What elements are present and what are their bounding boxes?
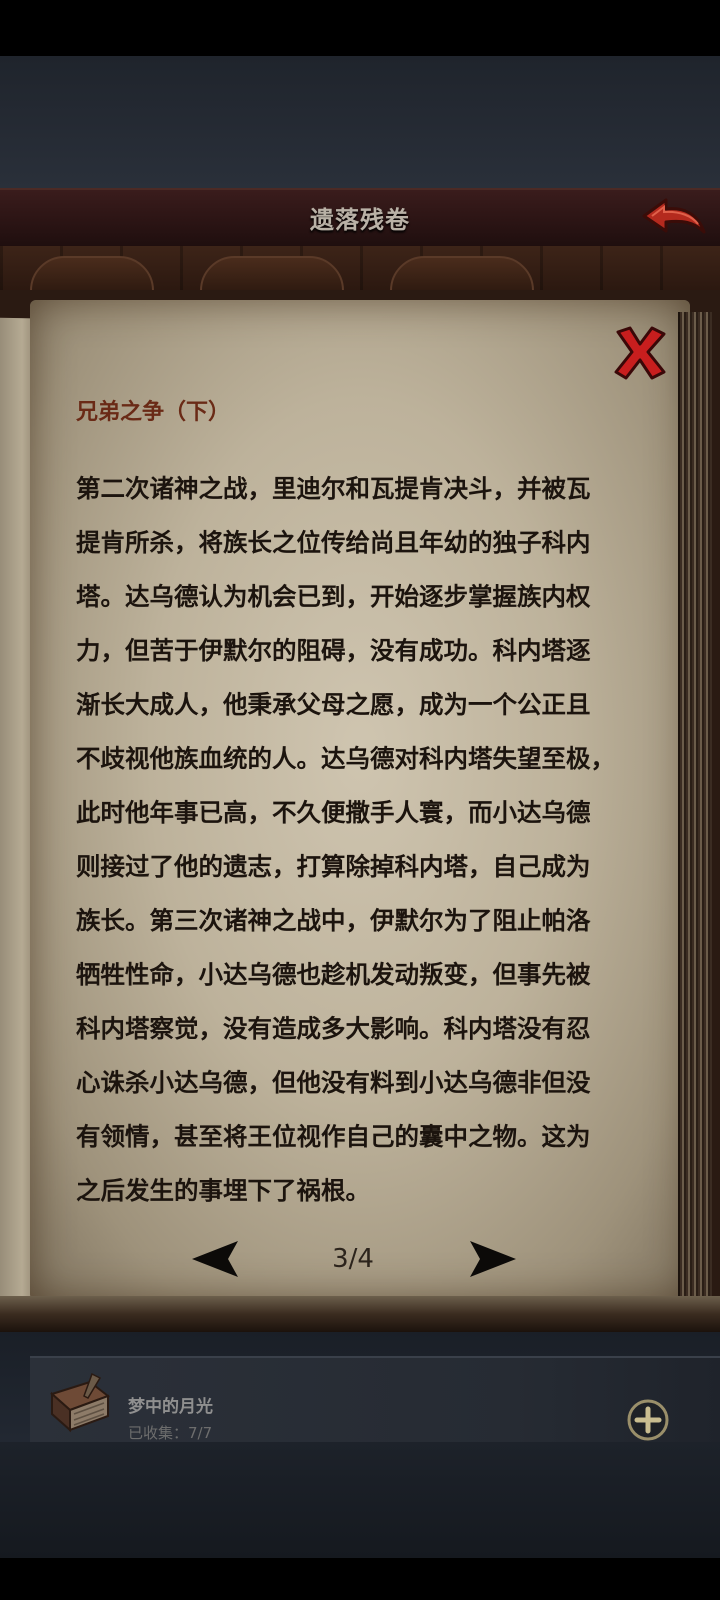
- left-triangle-icon: [192, 1241, 238, 1277]
- background-top: [0, 56, 720, 190]
- close-x-icon: [614, 326, 666, 380]
- back-button[interactable]: [640, 194, 708, 240]
- previous-page-button[interactable]: [190, 1238, 242, 1280]
- add-button[interactable]: [626, 1398, 670, 1442]
- book-icon: [44, 1368, 116, 1440]
- page-indicator: 3/4: [332, 1244, 374, 1274]
- shelf-ornament: [200, 256, 344, 294]
- page-title: 遗落残卷: [310, 206, 410, 234]
- close-button[interactable]: [612, 324, 668, 382]
- collection-title: 梦中的月光: [128, 1397, 213, 1417]
- collection-count: 已收集：7/7: [128, 1424, 213, 1442]
- status-bar: [0, 0, 720, 56]
- book-right-pages: [678, 312, 712, 1297]
- book-bottom-edge: [0, 1296, 720, 1332]
- shelf-ornament: [390, 256, 534, 294]
- shelf-ornament: [30, 256, 154, 294]
- document-title: 兄弟之争（下）: [76, 400, 231, 425]
- bottom-panel: [0, 1442, 720, 1558]
- back-arrow-icon: [642, 198, 706, 234]
- plus-circle-icon: [627, 1399, 669, 1441]
- right-triangle-icon: [470, 1241, 516, 1277]
- document-body: 第二次诸神之战，里迪尔和瓦提肯决斗，并被瓦 提肯所杀，将族长之位传给尚且年幼的独…: [76, 474, 615, 1205]
- next-page-button[interactable]: [466, 1238, 518, 1280]
- screen: 遗落残卷 兄弟之争（下） 第二次诸神之战，里迪尔和瓦提肯决斗，并被瓦 提肯所杀，…: [0, 0, 720, 1600]
